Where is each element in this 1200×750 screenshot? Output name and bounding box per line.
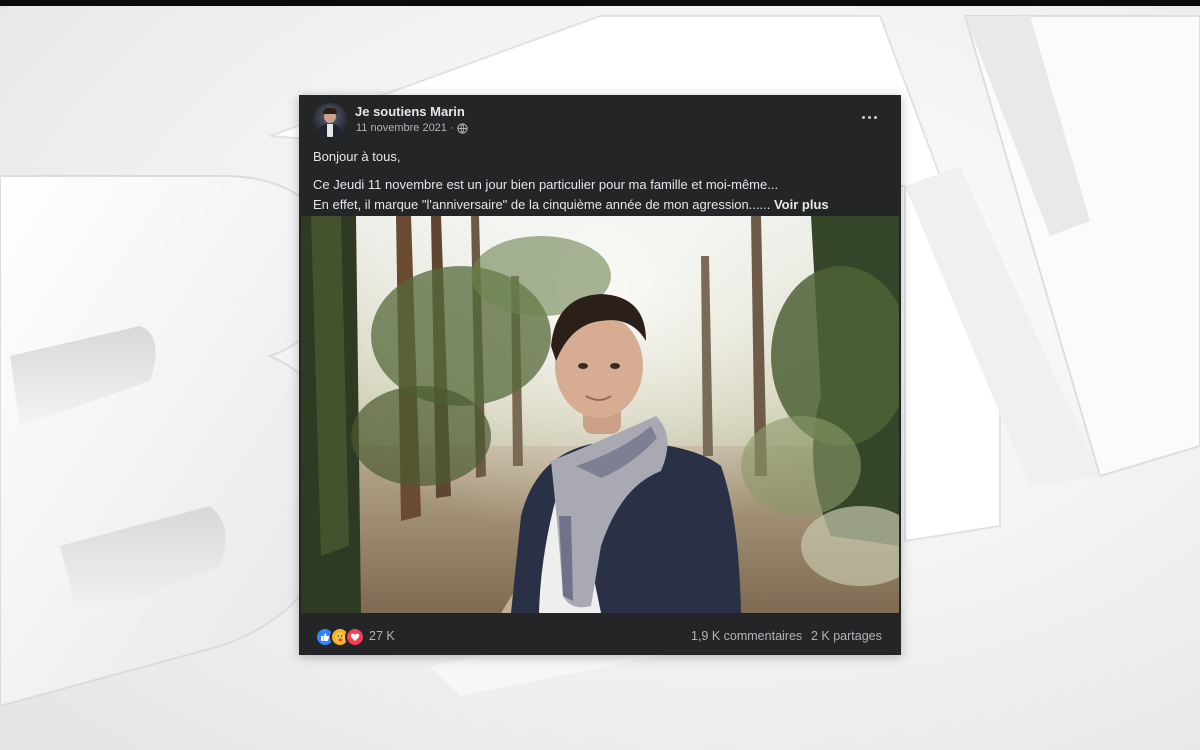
post-greeting: Bonjour à tous,: [313, 149, 401, 164]
reaction-icons[interactable]: [315, 627, 365, 647]
post-line-2-text: En effet, il marque "l'anniversaire" de …: [313, 197, 771, 212]
page-name[interactable]: Je soutiens Marin: [355, 104, 465, 119]
facebook-post: Je soutiens Marin 11 novembre 2021 · Bon…: [299, 95, 901, 655]
shares-count[interactable]: 2 K partages: [811, 629, 882, 643]
comments-count[interactable]: 1,9 K commentaires: [691, 629, 802, 643]
more-horizontal-icon: [861, 115, 877, 119]
post-line-1: Ce Jeudi 11 novembre est un jour bien pa…: [313, 177, 779, 192]
post-photo[interactable]: [301, 216, 899, 613]
globe-icon: [456, 122, 468, 134]
post-text: Bonjour à tous, Ce Jeudi 11 novembre est…: [313, 147, 888, 215]
post-stats-bar: 27 K 1,9 K commentaires 2 K partages: [299, 615, 901, 655]
reaction-count[interactable]: 27 K: [369, 629, 395, 643]
post-meta: 11 novembre 2021 ·: [356, 122, 468, 134]
more-options-button[interactable]: [857, 107, 881, 127]
post-date[interactable]: 11 novembre 2021: [356, 122, 447, 134]
meta-separator: ·: [449, 122, 454, 134]
see-more-link[interactable]: Voir plus: [774, 197, 829, 212]
love-icon: [345, 627, 365, 647]
page-avatar[interactable]: [313, 103, 347, 137]
post-line-2: En effet, il marque "l'anniversaire" de …: [313, 195, 888, 215]
post-photo-image: [301, 216, 899, 613]
post-header: Je soutiens Marin 11 novembre 2021 ·: [299, 95, 901, 139]
